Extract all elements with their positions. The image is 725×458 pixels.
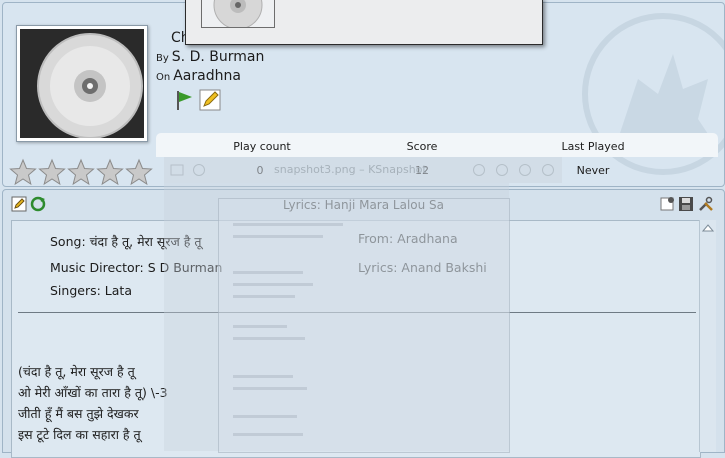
ghost-app-icon xyxy=(170,164,184,176)
cd-thumbnail-icon xyxy=(213,0,263,27)
scroll-up-arrow-icon[interactable] xyxy=(702,222,714,234)
ghost-text-line xyxy=(233,223,343,226)
last-played-value: Never xyxy=(576,164,610,177)
album-name[interactable]: Aaradhna xyxy=(173,68,241,84)
ghost-text-line xyxy=(233,325,287,328)
ghost-text-line xyxy=(233,295,295,298)
notification-popup xyxy=(185,0,543,45)
ghost-text-line xyxy=(233,375,293,378)
on-prefix: On xyxy=(156,72,171,83)
ghost-help-icon xyxy=(473,164,485,176)
by-prefix: By xyxy=(156,53,169,64)
cd-image xyxy=(20,29,144,138)
artist-line: By S. D. Burman xyxy=(156,49,264,65)
flag-icon[interactable] xyxy=(173,89,195,111)
popup-cover-thumbnail xyxy=(201,0,275,28)
ghost-text-line xyxy=(233,387,307,390)
star-icon[interactable] xyxy=(125,158,153,186)
stats-header: Play count Score Last Played xyxy=(156,133,718,157)
lyric-line: जीती हूँ मैं बस तुझे देखकर xyxy=(18,406,139,421)
ghost-preview xyxy=(218,198,510,453)
edit-pencil-icon[interactable] xyxy=(199,89,221,111)
score-header: Score xyxy=(406,140,438,153)
settings-tools-icon[interactable] xyxy=(698,196,714,212)
star-icon[interactable] xyxy=(67,158,95,186)
rating-stars[interactable] xyxy=(9,158,153,186)
singers-field: Singers: Lata xyxy=(50,283,132,298)
save-icon[interactable] xyxy=(678,196,694,212)
ghost-window-titlebar: snapshot3.png – KSnapshot xyxy=(164,157,562,183)
play-count-header: Play count xyxy=(233,140,291,153)
lyric-line: ओ मेरी आँखों का तारा है तू) \-3 xyxy=(18,385,168,400)
lyrics-scrollbar[interactable] xyxy=(699,220,716,452)
ghost-text-line xyxy=(233,433,303,436)
track-actions xyxy=(173,89,221,111)
ghost-text-line xyxy=(233,337,305,340)
artist-name[interactable]: S. D. Burman xyxy=(172,49,265,65)
ghost-text-line xyxy=(233,415,297,418)
star-icon[interactable] xyxy=(38,158,66,186)
star-icon[interactable] xyxy=(9,158,37,186)
album-cover[interactable] xyxy=(16,25,148,142)
ghost-text-line xyxy=(233,283,313,286)
close-lyrics-icon[interactable] xyxy=(659,196,675,212)
ghost-text-line xyxy=(233,235,323,238)
ghost-close-icon xyxy=(542,164,554,176)
ghost-pin-icon xyxy=(193,164,205,176)
star-icon[interactable] xyxy=(96,158,124,186)
ghost-window-title: snapshot3.png – KSnapshot xyxy=(274,163,427,176)
ghost-text-line xyxy=(233,271,303,274)
ghost-maximize-icon xyxy=(519,164,531,176)
last-played-header: Last Played xyxy=(561,140,625,153)
ghost-minimize-icon xyxy=(496,164,508,176)
album-line: On Aaradhna xyxy=(156,68,241,84)
lyric-line: इस टूटे दिल का सहारा है तू xyxy=(18,427,141,442)
lyric-line: (चंदा है तू, मेरा सूरज है तू xyxy=(18,364,135,379)
